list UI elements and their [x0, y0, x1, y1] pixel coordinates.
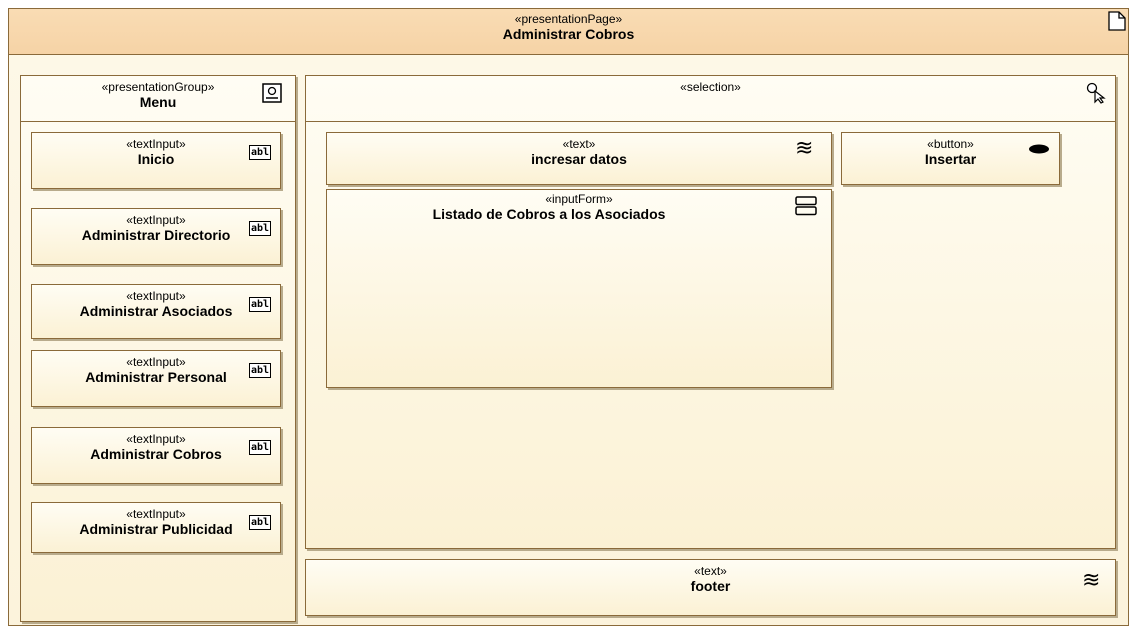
menu-item-stereotype: «textInput»: [126, 507, 186, 521]
abl-text-input-icon: abl: [249, 221, 271, 236]
menu-group-header: «presentationGroup» Menu: [21, 76, 295, 122]
menu-item-label: Administrar Asociados: [79, 303, 233, 319]
menu-item-label: Administrar Personal: [85, 369, 227, 385]
footer-label: footer: [690, 578, 731, 594]
menu-item-stereotype: «textInput»: [126, 355, 186, 369]
menu-title: Menu: [139, 94, 177, 110]
page-stereotype: «presentationPage»: [514, 12, 623, 26]
abl-text-input-icon: abl: [249, 297, 271, 312]
insertar-button[interactable]: «button» Insertar: [841, 132, 1060, 185]
menu-item-label: Administrar Directorio: [81, 227, 231, 243]
presentation-page: «presentationPage» Administrar Cobros «p…: [8, 8, 1129, 626]
button-oval-icon: [1029, 144, 1049, 154]
abl-text-input-icon: abl: [249, 145, 271, 160]
menu-item-inicio[interactable]: «textInput» Inicio abl: [31, 132, 281, 189]
text-wave-icon: ≋: [1082, 568, 1101, 593]
abl-text-input-icon: abl: [249, 363, 271, 378]
text-box-label: incresar datos: [531, 151, 627, 167]
menu-stereotype: «presentationGroup»: [101, 80, 215, 94]
text-box-incresar-datos[interactable]: «text» incresar datos ≋: [326, 132, 832, 185]
presentation-group-icon: [262, 83, 282, 103]
text-wave-icon: ≋: [795, 136, 814, 161]
menu-item-label: Administrar Publicidad: [79, 521, 233, 537]
menu-item-administrar-publicidad[interactable]: «textInput» Administrar Publicidad abl: [31, 502, 281, 553]
menu-item-stereotype: «textInput»: [126, 137, 186, 151]
menu-item-stereotype: «textInput»: [126, 432, 186, 446]
abl-text-input-icon: abl: [249, 440, 271, 455]
menu-item-stereotype: «textInput»: [126, 213, 186, 227]
menu-item-administrar-directorio[interactable]: «textInput» Administrar Directorio abl: [31, 208, 281, 265]
menu-item-administrar-personal[interactable]: «textInput» Administrar Personal abl: [31, 350, 281, 407]
footer-stereotype: «text»: [694, 564, 727, 578]
input-form-label: Listado de Cobros a los Asociados: [432, 206, 666, 222]
selection-cursor-icon: [1086, 82, 1106, 104]
menu-item-administrar-asociados[interactable]: «textInput» Administrar Asociados abl: [31, 284, 281, 339]
footer-text-box[interactable]: «text» footer ≋: [305, 559, 1116, 616]
selection-group-header: «selection»: [306, 76, 1115, 122]
page-header: «presentationPage» Administrar Cobros: [9, 9, 1128, 55]
button-label: Insertar: [924, 151, 977, 167]
menu-item-administrar-cobros[interactable]: «textInput» Administrar Cobros abl: [31, 427, 281, 484]
page-icon: [1108, 11, 1126, 31]
input-form-icon: [795, 196, 817, 216]
input-form-stereotype: «inputForm»: [545, 192, 613, 206]
menu-item-label: Administrar Cobros: [90, 446, 222, 462]
input-form-listado-cobros[interactable]: «inputForm» Listado de Cobros a los Asoc…: [326, 189, 832, 388]
button-stereotype: «button»: [927, 137, 974, 151]
abl-text-input-icon: abl: [249, 515, 271, 530]
text-box-stereotype: «text»: [562, 137, 596, 151]
menu-item-stereotype: «textInput»: [126, 289, 186, 303]
selection-stereotype: «selection»: [680, 80, 741, 94]
menu-item-label: Inicio: [137, 151, 175, 167]
page-title: Administrar Cobros: [502, 26, 635, 42]
